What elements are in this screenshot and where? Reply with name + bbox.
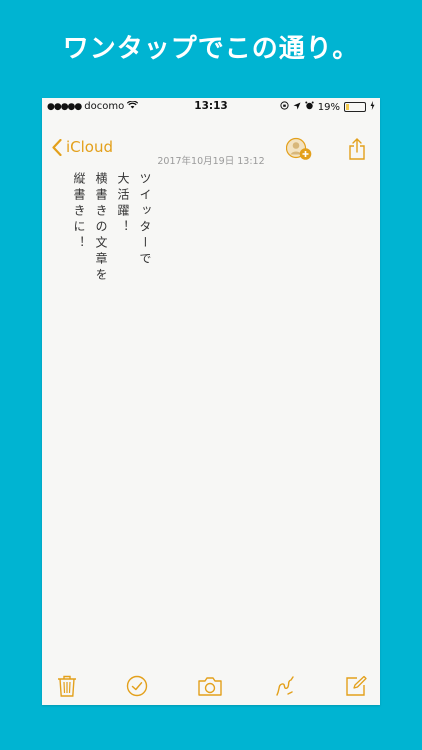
phone-screen: ●●●●● docomo 13:13 19% iCloud 2017年10月19… [42, 98, 380, 705]
compose-icon[interactable] [345, 675, 367, 701]
alarm-icon [305, 101, 314, 113]
note-line: ツイッターで [138, 172, 152, 268]
trash-icon[interactable] [57, 675, 77, 701]
battery-percent: 19% [317, 101, 340, 113]
note-line: 大活躍！ [116, 172, 130, 236]
location-icon [293, 102, 301, 113]
charging-icon [370, 101, 375, 113]
note-body[interactable]: ツイッターで 大活躍！ 横書きの文章を 縦書きに！ [68, 172, 156, 284]
status-bar: ●●●●● docomo 13:13 19% [42, 98, 380, 116]
camera-icon[interactable] [197, 675, 223, 701]
headline: ワンタップでこの通り。 [62, 34, 360, 64]
navigation-bar: iCloud [42, 116, 380, 160]
checkmark-icon[interactable] [126, 675, 148, 701]
sketch-icon[interactable] [274, 675, 296, 701]
note-line: 縦書きに！ [72, 172, 86, 252]
bottom-toolbar [42, 667, 380, 705]
battery-level [346, 104, 349, 110]
note-date: 2017年10月19日 13:12 [157, 156, 265, 167]
note-line: 横書きの文章を [94, 172, 108, 284]
battery-icon [344, 102, 366, 112]
status-right: 19% [280, 101, 375, 113]
orientation-lock-icon [280, 101, 289, 113]
